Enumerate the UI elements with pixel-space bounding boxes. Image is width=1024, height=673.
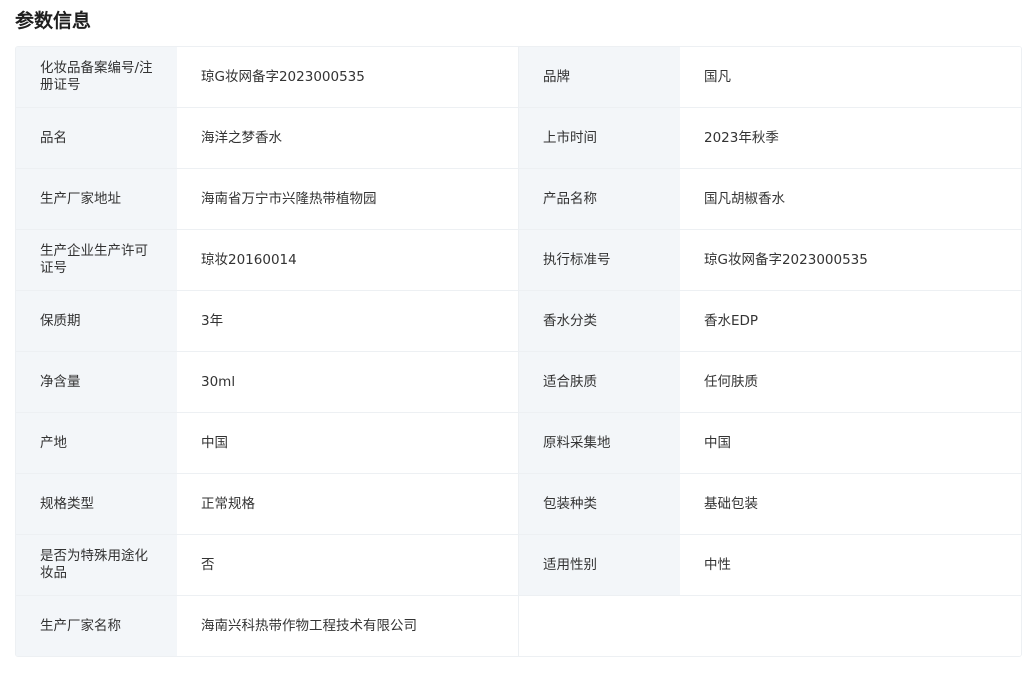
section-title: 参数信息 (15, 10, 92, 32)
param-label: 生产厂家名称 (16, 596, 177, 656)
param-label: 规格类型 (16, 474, 177, 534)
param-value: 任何肤质 (680, 352, 1021, 412)
param-value: 中国 (680, 413, 1021, 473)
table-row: 保质期 3年 香水分类 香水EDP (16, 291, 1021, 352)
param-value: 琼G妆网备字2023000535 (177, 47, 519, 107)
param-label: 适用性别 (519, 535, 680, 595)
param-value: 正常规格 (177, 474, 519, 534)
param-value: 海洋之梦香水 (177, 108, 519, 168)
param-value: 海南省万宁市兴隆热带植物园 (177, 169, 519, 229)
param-label: 保质期 (16, 291, 177, 351)
param-label: 化妆品备案编号/注册证号 (16, 47, 177, 107)
param-value: 琼G妆网备字2023000535 (680, 230, 1021, 290)
param-label: 产品名称 (519, 169, 680, 229)
param-label: 适合肤质 (519, 352, 680, 412)
param-value: 基础包装 (680, 474, 1021, 534)
param-label-empty (519, 596, 680, 656)
table-row: 生产企业生产许可证号 琼妆20160014 执行标准号 琼G妆网备字202300… (16, 230, 1021, 291)
param-value: 中性 (680, 535, 1021, 595)
param-value-empty (680, 596, 1021, 656)
param-label: 净含量 (16, 352, 177, 412)
table-row: 生产厂家地址 海南省万宁市兴隆热带植物园 产品名称 国凡胡椒香水 (16, 169, 1021, 230)
param-label: 品名 (16, 108, 177, 168)
table-row: 品名 海洋之梦香水 上市时间 2023年秋季 (16, 108, 1021, 169)
param-label: 原料采集地 (519, 413, 680, 473)
param-label: 是否为特殊用途化妆品 (16, 535, 177, 595)
param-label: 上市时间 (519, 108, 680, 168)
param-label: 产地 (16, 413, 177, 473)
param-value: 香水EDP (680, 291, 1021, 351)
param-label: 包装种类 (519, 474, 680, 534)
param-value: 2023年秋季 (680, 108, 1021, 168)
table-row: 净含量 30ml 适合肤质 任何肤质 (16, 352, 1021, 413)
param-value: 3年 (177, 291, 519, 351)
param-label: 执行标准号 (519, 230, 680, 290)
param-value: 30ml (177, 352, 519, 412)
param-value: 否 (177, 535, 519, 595)
param-label: 品牌 (519, 47, 680, 107)
parameter-table: 化妆品备案编号/注册证号 琼G妆网备字2023000535 品牌 国凡 品名 海… (15, 46, 1022, 657)
param-value: 中国 (177, 413, 519, 473)
table-row: 产地 中国 原料采集地 中国 (16, 413, 1021, 474)
table-row: 规格类型 正常规格 包装种类 基础包装 (16, 474, 1021, 535)
param-label: 生产企业生产许可证号 (16, 230, 177, 290)
table-row: 是否为特殊用途化妆品 否 适用性别 中性 (16, 535, 1021, 596)
table-row: 生产厂家名称 海南兴科热带作物工程技术有限公司 (16, 596, 1021, 656)
param-label: 香水分类 (519, 291, 680, 351)
param-label: 生产厂家地址 (16, 169, 177, 229)
param-value: 海南兴科热带作物工程技术有限公司 (177, 596, 519, 656)
param-value: 琼妆20160014 (177, 230, 519, 290)
param-value: 国凡 (680, 47, 1021, 107)
param-value: 国凡胡椒香水 (680, 169, 1021, 229)
table-row: 化妆品备案编号/注册证号 琼G妆网备字2023000535 品牌 国凡 (16, 47, 1021, 108)
